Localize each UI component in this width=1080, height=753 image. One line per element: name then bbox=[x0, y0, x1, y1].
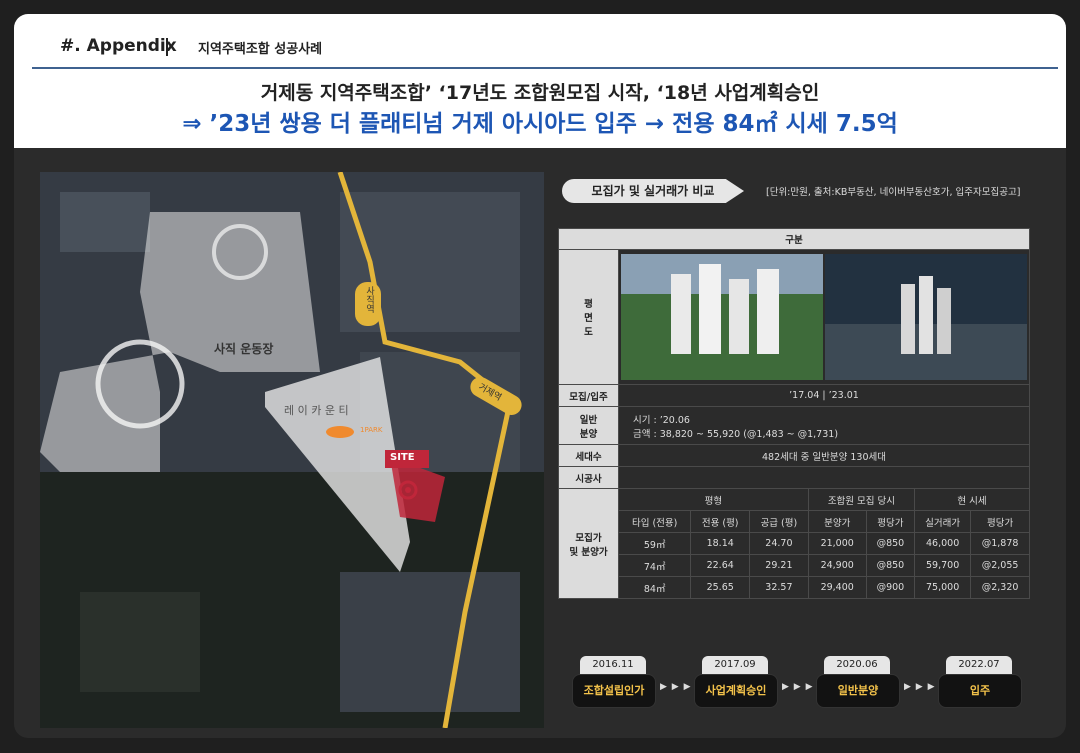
stadium-label: 사직 운동장 bbox=[214, 342, 274, 356]
cell: 32.57 bbox=[749, 576, 809, 599]
cell: 74㎡ bbox=[617, 554, 692, 577]
park-label: 1PARK bbox=[360, 426, 383, 434]
header: #. Appendix 지역주택조합 성공사례 거제동 지역주택조합’ ‘17년… bbox=[14, 14, 1066, 148]
area-label: 레 이 카 운 티 bbox=[284, 404, 349, 417]
sub-header: 평당가 bbox=[970, 510, 1030, 533]
cell: 59,700 bbox=[914, 554, 972, 577]
comparison-table: 구분 평 면 도 모집/입주 ’17.04 | ’23.01 일반 분양 시기 … bbox=[558, 228, 1030, 599]
cell: 29.21 bbox=[749, 554, 809, 577]
builder-label: 시공사 bbox=[558, 466, 619, 489]
plan-photos bbox=[618, 249, 1030, 385]
households-value: 482세대 중 일반분양 130세대 bbox=[618, 444, 1030, 467]
station-sajik: 사직역 bbox=[364, 286, 374, 313]
timeline-date: 2016.11 bbox=[580, 656, 646, 674]
builder-value bbox=[618, 466, 1030, 489]
sale-price: 금액 : 38,820 ~ 55,920 (@1,483 ~ @1,731) bbox=[633, 428, 839, 440]
cell: 21,000 bbox=[807, 532, 867, 555]
price-label: 모집가 및 분양가 bbox=[558, 488, 619, 599]
group-header: 평형 bbox=[618, 488, 809, 511]
map-svg bbox=[40, 172, 544, 728]
timeline-step: 2016.11 조합설립인가 bbox=[572, 656, 656, 716]
group-header: 현 시세 bbox=[914, 488, 1030, 511]
cell: 84㎡ bbox=[617, 576, 692, 599]
cell: 29,400 bbox=[807, 576, 867, 599]
cell: @850 bbox=[865, 532, 916, 555]
cell: @1,878 bbox=[970, 532, 1030, 555]
timeline-date: 2022.07 bbox=[946, 656, 1012, 674]
headline-line2: ⇒ ’23년 쌍용 더 플래티넘 거제 아시아드 입주 → 전용 84㎡ 시세 … bbox=[182, 111, 898, 137]
timeline-step: 2022.07 입주 bbox=[938, 656, 1022, 716]
timeline-date: 2020.06 bbox=[824, 656, 890, 674]
timeline-arrow: ▶ ▶ ▶ bbox=[782, 682, 814, 692]
timeline-step: 2017.09 사업계획승인 bbox=[694, 656, 778, 716]
table-row: 59㎡ 18.14 24.70 21,000 @850 46,000 @1,87… bbox=[559, 532, 1030, 555]
timeline-event: 사업계획승인 bbox=[694, 674, 778, 708]
cell: 18.14 bbox=[690, 532, 751, 555]
cell: 59㎡ bbox=[617, 532, 692, 555]
cell: 24,900 bbox=[807, 554, 867, 577]
headline-line1: 거제동 지역주택조합’ ‘17년도 조합원모집 시작, ‘18년 사업계획승인 bbox=[260, 82, 820, 104]
cell: 46,000 bbox=[914, 532, 972, 555]
cell: @900 bbox=[865, 576, 916, 599]
section-subtitle: 지역주택조합 성공사례 bbox=[198, 42, 323, 57]
compare-tab: 모집가 및 실거래가 비교 bbox=[562, 179, 744, 203]
recruit-label: 모집/입주 bbox=[558, 384, 619, 407]
group-header: 조합원 모집 당시 bbox=[807, 488, 916, 511]
table-row: 84㎡ 25.65 32.57 29,400 @900 75,000 @2,32… bbox=[559, 576, 1030, 599]
sale-info: 시기 : ’20.06 금액 : 38,820 ~ 55,920 (@1,483… bbox=[618, 406, 1030, 445]
source-note: [단위:만원, 출처:KB부동산, 네이버부동산호가, 입주자모집공고] bbox=[766, 187, 1021, 198]
timeline-step: 2020.06 일반분양 bbox=[816, 656, 900, 716]
slide: #. Appendix 지역주택조합 성공사례 거제동 지역주택조합’ ‘17년… bbox=[14, 14, 1066, 738]
cell: @2,320 bbox=[970, 576, 1030, 599]
title-divider bbox=[166, 38, 168, 56]
sub-header: 평당가 bbox=[865, 510, 916, 533]
cell: @2,055 bbox=[970, 554, 1030, 577]
sale-period: 시기 : ’20.06 bbox=[633, 414, 690, 426]
cell: 24.70 bbox=[749, 532, 809, 555]
sub-header: 타입 (전용) bbox=[617, 510, 692, 533]
section-title: #. Appendix bbox=[60, 36, 177, 56]
cell: 25.65 bbox=[690, 576, 751, 599]
cell: @850 bbox=[865, 554, 916, 577]
plan-label: 평 면 도 bbox=[558, 249, 619, 385]
timeline-event: 입주 bbox=[938, 674, 1022, 708]
timeline-date: 2017.09 bbox=[702, 656, 768, 674]
households-label: 세대수 bbox=[558, 444, 619, 467]
sub-header: 전용 (평) bbox=[690, 510, 751, 533]
cell: 75,000 bbox=[914, 576, 972, 599]
sale-label: 일반 분양 bbox=[558, 406, 619, 445]
table-header: 구분 bbox=[558, 228, 1030, 250]
recruit-value: ’17.04 | ’23.01 bbox=[618, 384, 1030, 407]
sub-header: 분양가 bbox=[807, 510, 867, 533]
site-map: 사직 운동장 레 이 카 운 티 1PARK SITE 사직역 거제역 bbox=[40, 172, 544, 728]
timeline-arrow: ▶ ▶ ▶ bbox=[660, 682, 692, 692]
header-rule bbox=[32, 67, 1058, 69]
timeline-event: 조합설립인가 bbox=[572, 674, 656, 708]
sub-header: 공급 (평) bbox=[749, 510, 809, 533]
cell: 22.64 bbox=[690, 554, 751, 577]
timeline-arrow: ▶ ▶ ▶ bbox=[904, 682, 936, 692]
plan-images bbox=[621, 254, 1027, 380]
timeline-event: 일반분양 bbox=[816, 674, 900, 708]
sub-header: 실거래가 bbox=[914, 510, 972, 533]
site-label: SITE bbox=[390, 452, 415, 463]
table-row: 74㎡ 22.64 29.21 24,900 @850 59,700 @2,05… bbox=[559, 554, 1030, 577]
